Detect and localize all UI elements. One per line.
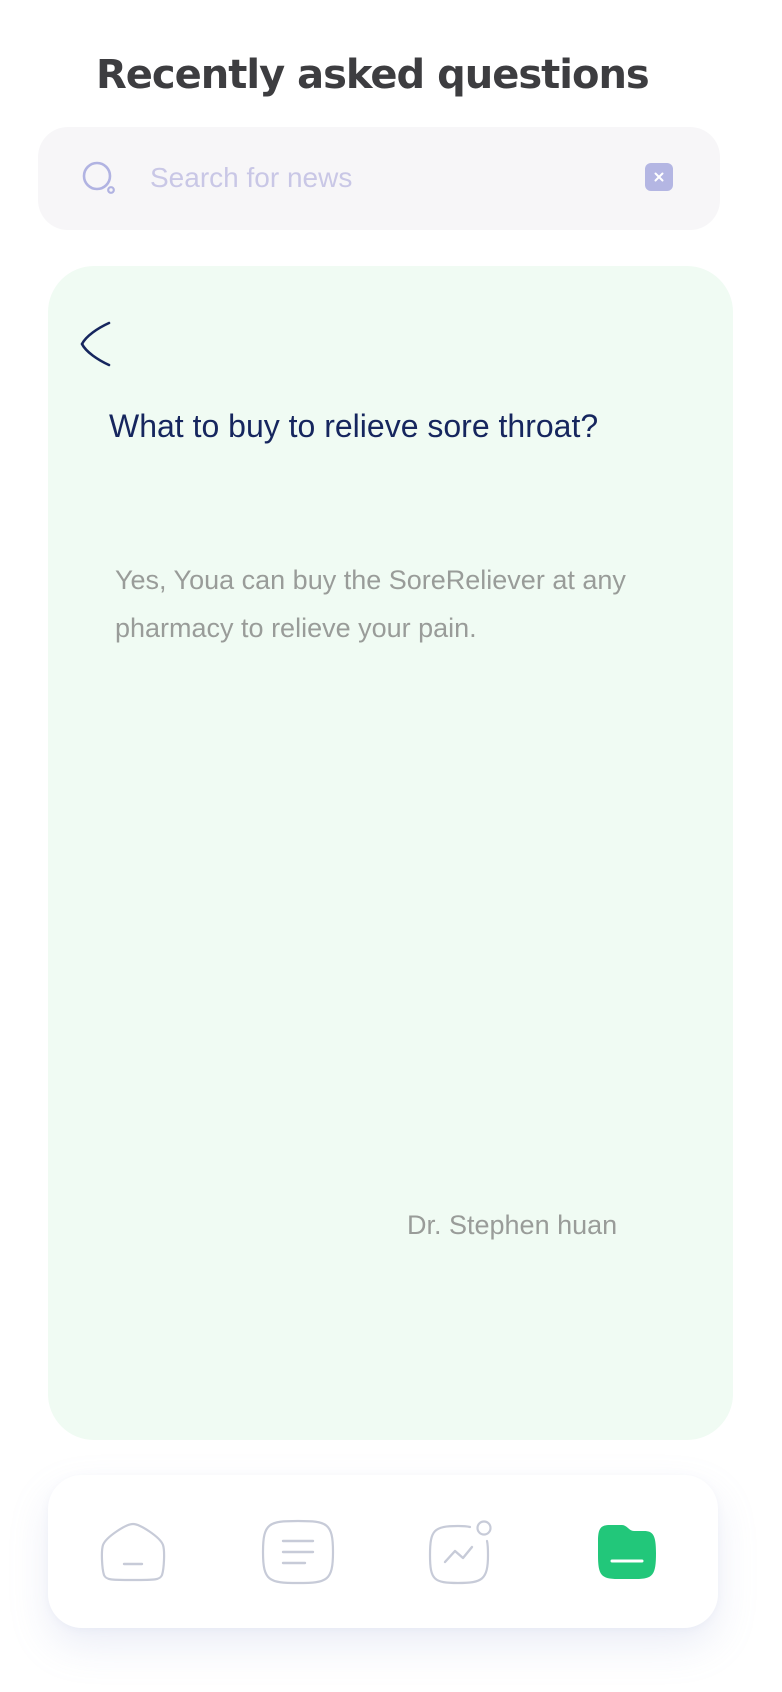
tab-folder[interactable] (572, 1475, 682, 1628)
search-bar (38, 127, 720, 230)
news-icon (261, 1519, 335, 1584)
clear-search-button[interactable] (645, 163, 673, 191)
tab-home[interactable] (78, 1475, 188, 1628)
tab-news[interactable] (243, 1475, 353, 1628)
tab-activity[interactable] (406, 1475, 516, 1628)
search-icon (80, 159, 120, 199)
close-icon (654, 172, 664, 182)
folder-icon (598, 1524, 656, 1579)
bottom-tab-bar (48, 1475, 718, 1628)
page-title: Recently asked questions (96, 52, 650, 98)
answer-text: Yes, Youa can buy the SoreReliever at an… (115, 565, 626, 643)
back-button[interactable] (78, 318, 118, 370)
activity-chart-icon (428, 1519, 492, 1584)
home-icon (100, 1522, 166, 1581)
qa-card: What to buy to relieve sore throat? Yes,… (48, 266, 733, 1440)
question-title: What to buy to relieve sore throat? (109, 408, 599, 444)
search-input[interactable] (150, 153, 620, 203)
answer-author: Dr. Stephen huan (407, 1210, 618, 1240)
chevron-left-icon (80, 321, 111, 367)
